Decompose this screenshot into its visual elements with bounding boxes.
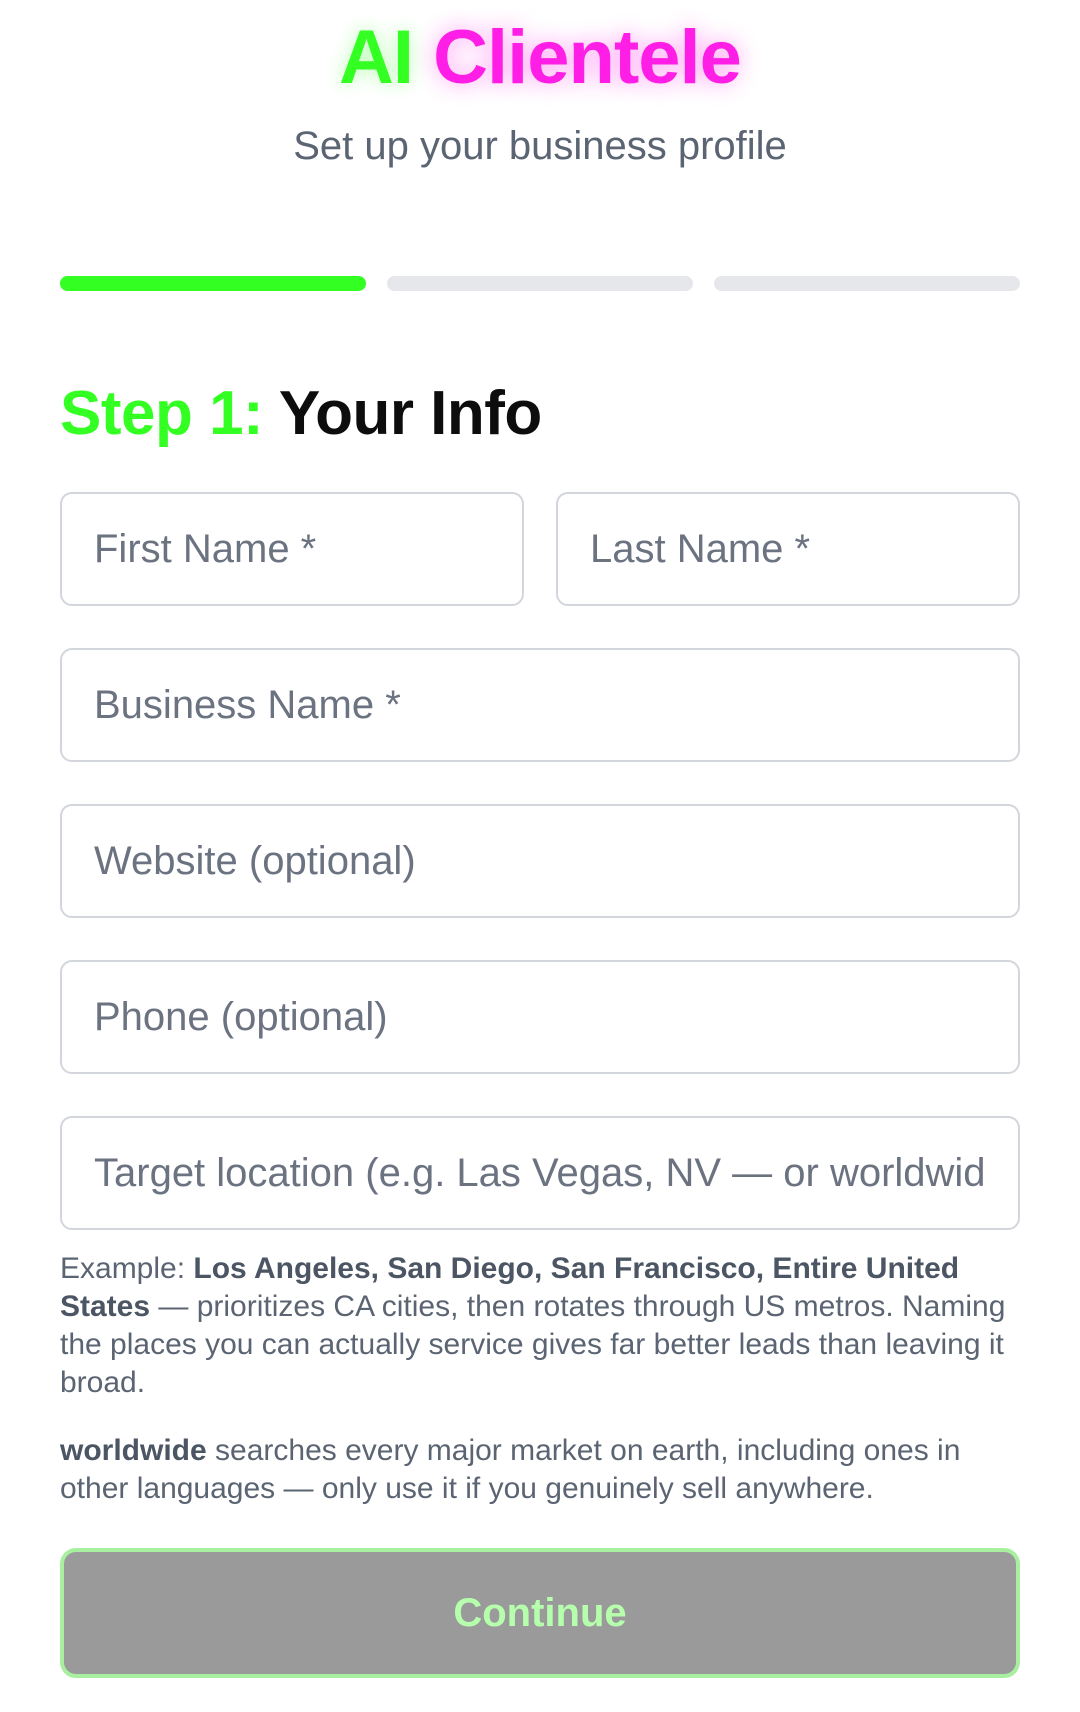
phone-field[interactable] bbox=[60, 960, 1020, 1074]
onboarding-page: AI Clientele Set up your business profil… bbox=[0, 0, 1080, 1712]
business-name-input[interactable] bbox=[94, 682, 986, 728]
progress-segment-3 bbox=[714, 276, 1020, 291]
worldwide-help: worldwide searches every major market on… bbox=[60, 1432, 1020, 1508]
example-prefix: Example: bbox=[60, 1252, 194, 1285]
app-logo: AI Clientele bbox=[0, 14, 1080, 101]
step-heading: Step 1: Your Info bbox=[60, 378, 542, 449]
target-location-input[interactable] bbox=[94, 1150, 986, 1196]
last-name-input[interactable] bbox=[590, 526, 986, 572]
step-label: Step 1: bbox=[60, 379, 264, 448]
progress-segment-2 bbox=[387, 276, 693, 291]
progress-segment-1 bbox=[60, 276, 366, 291]
business-name-field[interactable] bbox=[60, 648, 1020, 762]
phone-input[interactable] bbox=[94, 994, 986, 1040]
target-location-field[interactable] bbox=[60, 1116, 1020, 1230]
first-name-input[interactable] bbox=[94, 526, 490, 572]
example-explanation: — prioritizes CA cities, then rotates th… bbox=[60, 1290, 1006, 1399]
logo-clientele: Clientele bbox=[433, 15, 742, 100]
website-input[interactable] bbox=[94, 838, 986, 884]
location-example-help: Example: Los Angeles, San Diego, San Fra… bbox=[60, 1250, 1020, 1402]
logo-ai: AI bbox=[339, 15, 414, 100]
last-name-field[interactable] bbox=[556, 492, 1020, 606]
continue-button[interactable]: Continue bbox=[60, 1548, 1020, 1678]
first-name-field[interactable] bbox=[60, 492, 524, 606]
step-progress-bar bbox=[60, 276, 1020, 291]
page-subtitle: Set up your business profile bbox=[293, 124, 787, 168]
website-field[interactable] bbox=[60, 804, 1020, 918]
worldwide-keyword: worldwide bbox=[60, 1434, 207, 1467]
step-title: Your Info bbox=[278, 379, 542, 448]
